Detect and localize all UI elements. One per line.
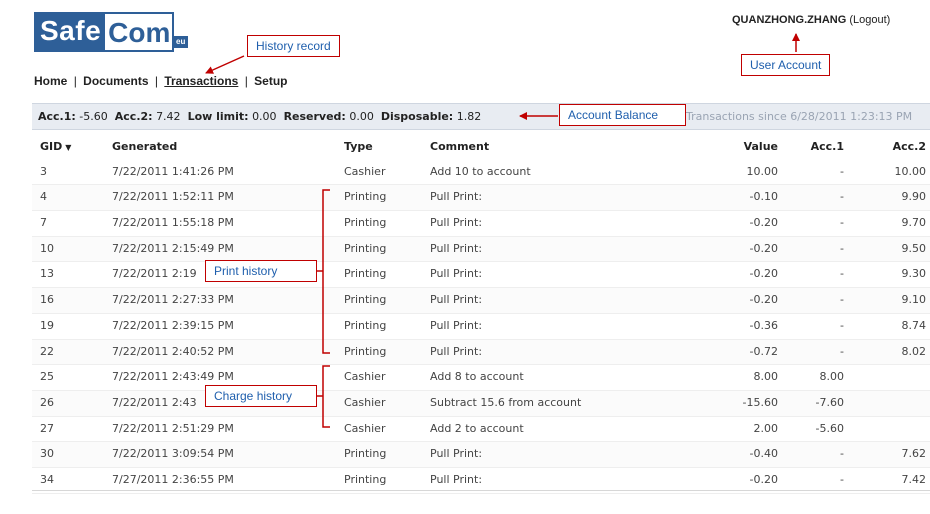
charge-history-bracket bbox=[322, 365, 330, 428]
user-account-annotation: User Account bbox=[741, 54, 831, 76]
print-history-annotation: Print history bbox=[205, 260, 317, 282]
charge-history-annotation: Charge history bbox=[205, 385, 317, 407]
history-record-arrow bbox=[205, 55, 245, 74]
history-record-annotation: History record bbox=[247, 35, 340, 57]
account-balance-annotation: Account Balance bbox=[559, 104, 686, 126]
annotation-arrows bbox=[205, 33, 800, 428]
print-history-bracket bbox=[322, 189, 330, 354]
